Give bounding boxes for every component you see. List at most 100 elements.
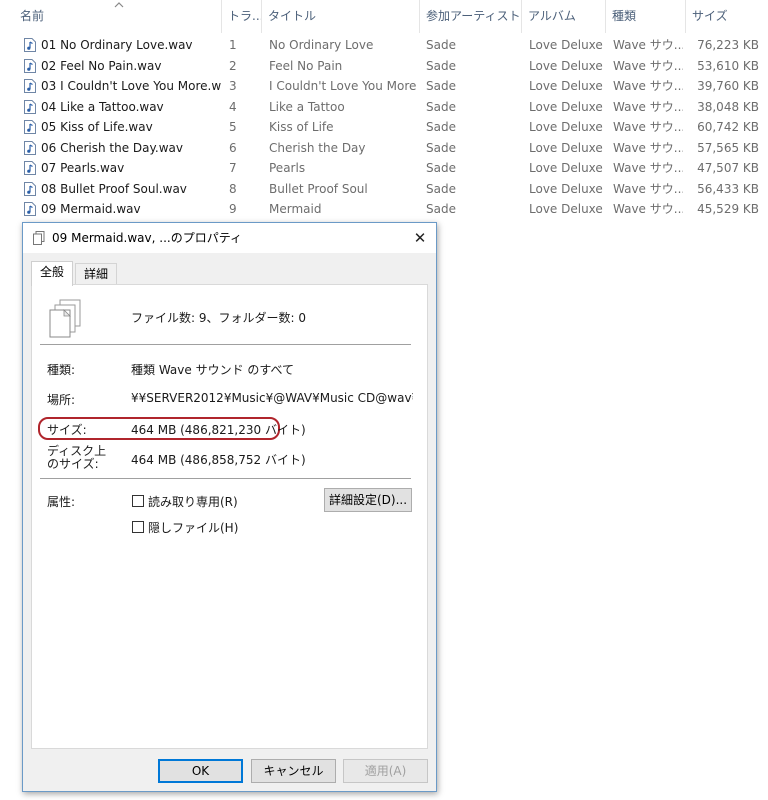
file-type: Wave サウ... [613, 58, 683, 73]
location-value[interactable]: ¥¥SERVER2012¥Music¥@WAV¥Music CD@wav¥Sad… [131, 391, 413, 405]
file-row[interactable]: 06 Cherish the Day.wav 6 Cherish the Day Sa… [0, 138, 768, 159]
file-type: Wave サウ... [613, 181, 683, 196]
chevron-up-icon [114, 2, 124, 8]
multiple-files-icon [49, 299, 81, 338]
file-track: 1 [229, 38, 237, 52]
disk-size-label-line2: のサイズ: [47, 457, 99, 471]
audio-file-icon [24, 79, 36, 93]
file-name[interactable]: 04 Like a Tattoo.wav [41, 97, 221, 117]
file-row[interactable]: 02 Feel No Pain.wav 2 Feel No Pain Sade Love… [0, 56, 768, 77]
size-value: 464 MB (486,821,230 バイト) [131, 423, 306, 437]
file-row[interactable]: 05 Kiss of Life.wav 5 Kiss of Life Sade Love… [0, 117, 768, 138]
file-type: Wave サウ... [613, 38, 683, 52]
file-name[interactable]: 09 Mermaid.wav [41, 199, 221, 219]
audio-file-icon [24, 181, 36, 196]
audio-file-icon [24, 161, 36, 175]
file-artist: Sade [426, 38, 456, 52]
readonly-label[interactable]: 読み取り専用(R) [148, 493, 238, 510]
file-type: Wave サウ... [613, 79, 683, 93]
audio-file-icon [24, 58, 36, 73]
disk-size-value: 464 MB (486,858,752 バイト) [131, 453, 306, 467]
file-size: 38,048 KB [697, 99, 759, 114]
tab-details[interactable]: 詳細 [75, 263, 118, 284]
file-type: Wave サウ... [613, 202, 683, 216]
column-name-label: 名前 [20, 9, 45, 23]
apply-button[interactable]: 適用(A) [343, 759, 428, 783]
file-name[interactable]: 07 Pearls.wav [41, 158, 221, 178]
audio-file-icon [24, 120, 36, 134]
file-name[interactable]: 08 Bullet Proof Soul.wav [41, 179, 221, 199]
file-track: 4 [229, 99, 237, 114]
file-size: 76,223 KB [697, 38, 759, 52]
file-row[interactable]: 03 I Couldn't Love You More.wav 3 I Couldn… [0, 76, 768, 97]
file-artist: Sade [426, 58, 456, 73]
column-header-title[interactable]: タイトル [262, 0, 420, 33]
ok-button[interactable]: OK [158, 759, 243, 783]
close-icon[interactable]: ✕ [410, 228, 430, 248]
audio-file-icon [24, 140, 36, 155]
hidden-checkbox[interactable] [132, 521, 144, 533]
column-header-artist[interactable]: 参加アーティスト [420, 0, 522, 33]
file-title: Cherish the Day [269, 140, 366, 155]
tab-general[interactable]: 全般 [31, 261, 74, 286]
file-size: 45,529 KB [697, 202, 759, 216]
file-album: Love Deluxe [529, 161, 603, 175]
file-row[interactable]: 09 Mermaid.wav 9 Mermaid Sade Love Deluxe Wav… [0, 199, 768, 220]
file-name[interactable]: 05 Kiss of Life.wav [41, 117, 221, 137]
dialog-titlebar[interactable]: 09 Mermaid.wav, ...のプロパティ ✕ [23, 223, 436, 253]
file-type: Wave サウ... [613, 161, 683, 175]
file-row[interactable]: 04 Like a Tattoo.wav 4 Like a Tattoo Sade Lo… [0, 97, 768, 118]
readonly-checkbox[interactable] [132, 495, 144, 507]
file-title: Kiss of Life [269, 120, 334, 134]
disk-size-label: ディスク上 のサイズ: [47, 445, 106, 471]
file-album: Love Deluxe [529, 140, 603, 155]
attributes-label: 属性: [47, 495, 76, 509]
files-icon [33, 231, 45, 245]
file-count-text: ファイル数: 9、フォルダー数: 0 [131, 311, 306, 325]
file-name[interactable]: 03 I Couldn't Love You More.wav [41, 76, 221, 96]
audio-file-icon [24, 202, 36, 216]
column-header-album[interactable]: アルバム [522, 0, 606, 33]
type-label: 種類: [47, 363, 76, 377]
advanced-button[interactable]: 詳細設定(D)... [324, 488, 412, 512]
file-row[interactable]: 08 Bullet Proof Soul.wav 8 Bullet Proof So… [0, 179, 768, 200]
file-name[interactable]: 06 Cherish the Day.wav [41, 138, 221, 158]
file-artist: Sade [426, 140, 456, 155]
size-label: サイズ: [47, 423, 87, 437]
file-album: Love Deluxe [529, 181, 603, 196]
column-header-track[interactable]: トラ... [222, 0, 262, 33]
file-album: Love Deluxe [529, 99, 603, 114]
file-artist: Sade [426, 161, 456, 175]
file-artist: Sade [426, 202, 456, 216]
hidden-label[interactable]: 隠しファイル(H) [148, 519, 238, 536]
file-title: Mermaid [269, 202, 322, 216]
cancel-button[interactable]: キャンセル [251, 759, 336, 783]
column-album-label: アルバム [528, 9, 576, 23]
file-name[interactable]: 01 No Ordinary Love.wav [41, 35, 221, 55]
file-row[interactable]: 07 Pearls.wav 7 Pearls Sade Love Deluxe Wave … [0, 158, 768, 179]
file-title: Feel No Pain [269, 58, 343, 73]
file-type: Wave サウ... [613, 99, 683, 114]
file-album: Love Deluxe [529, 120, 603, 134]
file-type: Wave サウ... [613, 120, 683, 134]
column-title-label: タイトル [268, 9, 317, 23]
file-artist: Sade [426, 99, 456, 114]
file-track: 9 [229, 202, 237, 216]
file-track: 3 [229, 79, 237, 93]
file-artist: Sade [426, 120, 456, 134]
file-album: Love Deluxe [529, 38, 603, 52]
separator [40, 478, 411, 479]
file-title: Bullet Proof Soul [269, 181, 368, 196]
file-size: 47,507 KB [697, 161, 759, 175]
type-value: 種類 Wave サウンド のすべて [131, 363, 295, 377]
separator [40, 344, 411, 345]
file-track: 5 [229, 120, 237, 134]
file-name[interactable]: 02 Feel No Pain.wav [41, 56, 221, 76]
file-size: 60,742 KB [697, 120, 759, 134]
file-row[interactable]: 01 No Ordinary Love.wav 1 No Ordinary Love… [0, 35, 768, 56]
file-title: I Couldn't Love You More [269, 79, 417, 93]
column-header-size[interactable]: サイズ [686, 0, 768, 33]
file-artist: Sade [426, 181, 456, 196]
file-artist: Sade [426, 79, 456, 93]
column-header-type[interactable]: 種類 [606, 0, 686, 33]
